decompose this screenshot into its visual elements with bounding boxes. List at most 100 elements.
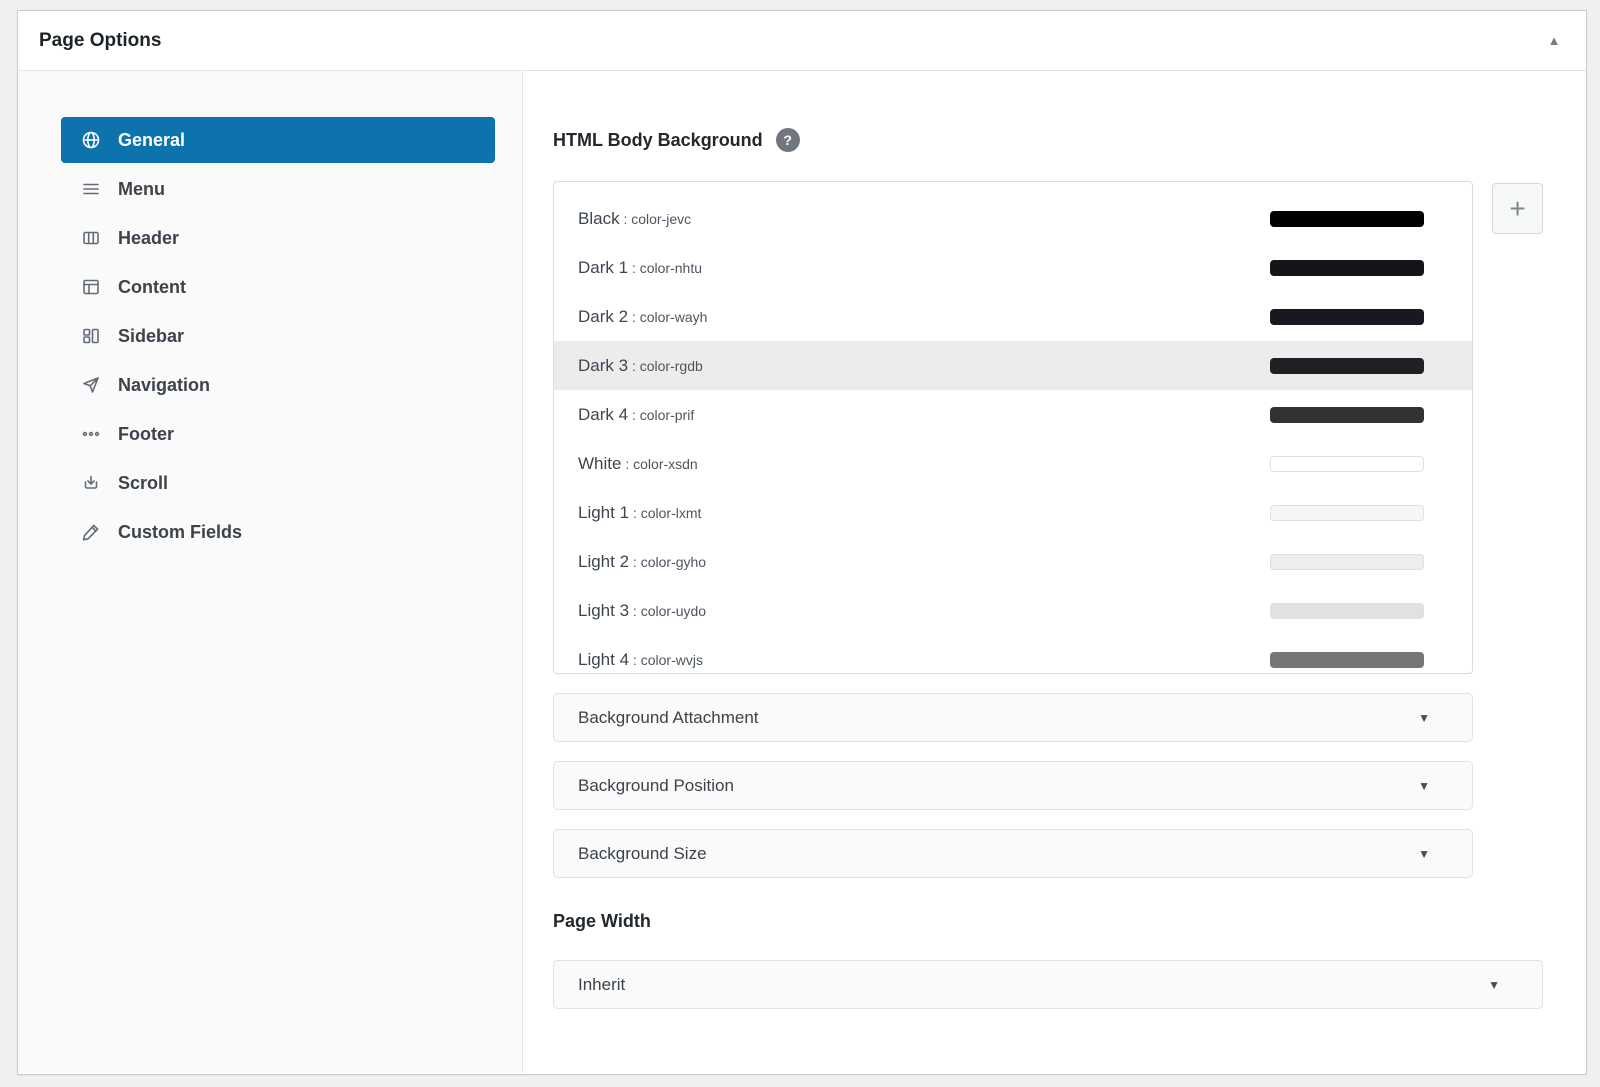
chevron-down-icon: ▼ [1418, 710, 1430, 725]
color-swatch [1270, 259, 1424, 276]
dropdown-background-attachment[interactable]: Background Attachment ▼ [553, 693, 1473, 742]
sidebar-item-general[interactable]: General [61, 117, 495, 163]
color-slug: color-gyho [640, 553, 707, 570]
color-row-text: Light 4 : color-wvjs [578, 650, 1270, 670]
sidebar-item-label: Scroll [118, 472, 169, 493]
color-slug: color-prif [639, 406, 695, 423]
panel-title: Page Options [39, 29, 162, 51]
color-row-text: Light 3 : color-uydo [578, 601, 1270, 621]
color-row-light-2[interactable]: Light 2 : color-gyho [554, 537, 1472, 586]
dropdown-label: Background Position [578, 775, 734, 795]
html-body-background-heading: HTML Body Background ? [553, 128, 1586, 152]
color-slug: color-xsdn [633, 455, 698, 472]
color-row-dark-4[interactable]: Dark 4 : color-prif [554, 390, 1472, 439]
help-icon[interactable]: ? [775, 128, 800, 152]
color-field-row: Black : color-jevc Dark 1 : color-nhtu D… [553, 181, 1586, 674]
sidebar-item-custom-fields[interactable]: Custom Fields [61, 509, 495, 555]
chevron-down-icon: ▼ [1418, 846, 1430, 861]
color-name: Light 1 [578, 502, 630, 522]
color-row-text: White : color-xsdn [578, 454, 1270, 474]
grid-icon [81, 326, 101, 346]
color-swatch [1270, 651, 1424, 668]
pencil-icon [81, 522, 101, 542]
color-swatch [1270, 210, 1424, 227]
sidebar-item-navigation[interactable]: Navigation [61, 362, 495, 408]
sidebar-item-label: Navigation [118, 374, 211, 395]
settings-main-panel: HTML Body Background ? Black : color-jev… [523, 71, 1586, 1073]
dropdown-background-size[interactable]: Background Size ▼ [553, 829, 1473, 878]
panel-header: Page Options ▲ [18, 11, 1586, 71]
color-swatch [1270, 553, 1424, 570]
collapse-panel-button[interactable]: ▲ [1536, 23, 1572, 59]
sidebar-item-footer[interactable]: Footer [61, 411, 495, 457]
dropdown-label: Background Size [578, 843, 707, 863]
color-separator: : [621, 455, 634, 472]
color-row-text: Black : color-jevc [578, 209, 1270, 229]
sidebar-item-label: Footer [118, 423, 174, 444]
color-row-text: Dark 3 : color-rgdb [578, 356, 1270, 376]
color-separator: : [628, 357, 640, 374]
sidebar-item-sidebar[interactable]: Sidebar [61, 313, 495, 359]
menu-icon [81, 179, 101, 199]
collapse-arrow-icon: ▲ [1547, 33, 1561, 48]
color-separator: : [628, 259, 640, 276]
color-slug: color-wayh [639, 308, 708, 325]
sidebar-item-label: Sidebar [118, 325, 185, 346]
html-body-background-label: HTML Body Background [553, 129, 763, 150]
chevron-down-icon: ▼ [1418, 778, 1430, 793]
color-row-white[interactable]: White : color-xsdn [554, 439, 1472, 488]
color-row-light-3[interactable]: Light 3 : color-uydo [554, 586, 1472, 635]
color-row-text: Dark 2 : color-wayh [578, 307, 1270, 327]
page-width-select[interactable]: Inherit ▼ [553, 960, 1543, 1009]
dropdown-background-position[interactable]: Background Position ▼ [553, 761, 1473, 810]
download-icon [81, 473, 101, 493]
color-slug: color-lxmt [640, 504, 702, 521]
plus-icon: + [1509, 192, 1526, 224]
panel-body: General Menu Header Content Sidebar Navi… [18, 71, 1586, 1073]
sidebar-item-content[interactable]: Content [61, 264, 495, 310]
color-name: Dark 2 [578, 306, 629, 326]
color-name: Dark 3 [578, 355, 629, 375]
color-row-dark-3[interactable]: Dark 3 : color-rgdb [554, 341, 1472, 390]
dropdown-label: Background Attachment [578, 707, 759, 727]
sidebar-item-header[interactable]: Header [61, 215, 495, 261]
color-separator: : [619, 210, 632, 227]
color-name: Light 2 [578, 551, 630, 571]
sidebar-item-scroll[interactable]: Scroll [61, 460, 495, 506]
color-options-list[interactable]: Black : color-jevc Dark 1 : color-nhtu D… [553, 181, 1473, 674]
color-name: Light 3 [578, 600, 630, 620]
sidebar-item-label: Menu [118, 178, 165, 199]
color-row-dark-2[interactable]: Dark 2 : color-wayh [554, 292, 1472, 341]
color-swatch [1270, 455, 1424, 472]
color-separator: : [628, 308, 640, 325]
globe-icon [81, 130, 101, 150]
color-slug: color-jevc [631, 210, 692, 227]
sidebar-item-label: Content [118, 276, 186, 297]
add-color-button[interactable]: + [1492, 183, 1543, 234]
sidebar-item-label: Custom Fields [118, 521, 243, 542]
color-slug: color-uydo [640, 602, 707, 619]
settings-sidebar: General Menu Header Content Sidebar Navi… [18, 71, 523, 1073]
color-name: Light 4 [578, 649, 630, 669]
color-row-dark-1[interactable]: Dark 1 : color-nhtu [554, 243, 1472, 292]
color-separator: : [629, 504, 641, 521]
color-slug: color-wvjs [640, 651, 703, 668]
color-name: Black [578, 208, 620, 228]
color-row-text: Light 2 : color-gyho [578, 552, 1270, 572]
ellipsis-icon [81, 424, 101, 444]
layout-icon [81, 277, 101, 297]
columns-icon [81, 228, 101, 248]
page-options-panel: Page Options ▲ General Menu Header Conte… [17, 10, 1587, 1075]
sidebar-item-label: Header [118, 227, 180, 248]
color-row-light-4[interactable]: Light 4 : color-wvjs [554, 635, 1472, 673]
color-separator: : [629, 651, 641, 668]
sidebar-item-menu[interactable]: Menu [61, 166, 495, 212]
color-row-black[interactable]: Black : color-jevc [554, 194, 1472, 243]
color-swatch [1270, 357, 1424, 374]
chevron-down-icon: ▼ [1488, 977, 1500, 992]
color-separator: : [628, 406, 640, 423]
color-row-light-1[interactable]: Light 1 : color-lxmt [554, 488, 1472, 537]
color-name: Dark 1 [578, 257, 629, 277]
color-swatch [1270, 406, 1424, 423]
color-name: Dark 4 [578, 404, 629, 424]
